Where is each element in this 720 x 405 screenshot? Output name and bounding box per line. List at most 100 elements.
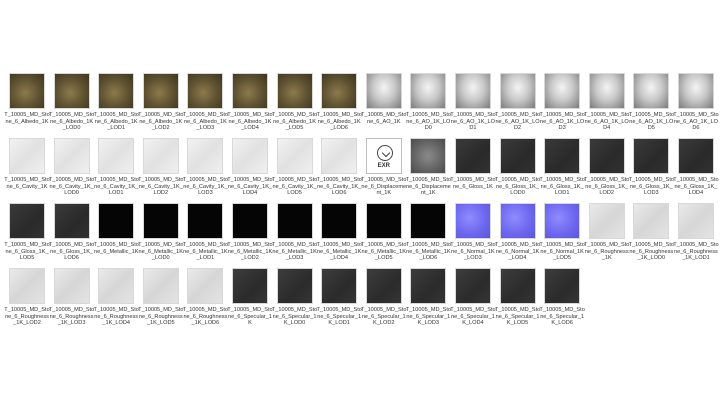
file-item[interactable]: T_10005_MD_Stone_6_AO_1K_LOD0 — [405, 73, 452, 138]
file-item[interactable]: T_10005_MD_Stone_6_Cavity_1K_LOD6 — [316, 138, 362, 203]
file-item[interactable]: T_10005_MD_Stone_6_Specular_1K_LOD1 — [316, 268, 362, 333]
texture-thumbnail — [231, 203, 268, 239]
file-item[interactable]: T_10005_MD_Stone_6_AO_1K — [361, 73, 406, 138]
file-item[interactable]: T_10005_MD_Stone_6_Gloss_1K_LOD3 — [628, 138, 675, 203]
file-item[interactable]: T_10005_MD_Stone_6_Roughness_1K_LOD4 — [93, 268, 139, 333]
file-name-label: T_10005_MD_Stone_6_Normal_1K_LOD5 — [539, 242, 585, 262]
texture-thumbnail — [276, 268, 313, 304]
file-item[interactable]: T_10005_MD_Stone_6_Metallic_1K — [93, 203, 139, 268]
file-name-label: T_10005_MD_Stone_6_Gloss_1K_LOD2 — [584, 177, 630, 197]
file-name-label: T_10005_MD_Stone_6_Gloss_1K_LOD3 — [628, 177, 675, 197]
file-item[interactable]: T_10005_MD_Stone_6_Gloss_1K_LOD2 — [584, 138, 630, 203]
texture-thumbnail — [53, 203, 90, 239]
texture-thumbnail — [365, 268, 402, 304]
file-item[interactable]: T_10005_MD_Stone_6_Albedo_1K_LOD4 — [227, 73, 273, 138]
file-item[interactable]: T_10005_MD_Stone_6_Roughness_1K_LOD2 — [4, 268, 50, 333]
file-item[interactable]: T_10005_MD_Stone_6_AO_1K_LOD2 — [495, 73, 540, 138]
file-item[interactable]: T_10005_MD_Stone_6_Metallic_1K_LOD2 — [227, 203, 273, 268]
texture-thumbnail — [98, 268, 135, 304]
file-name-label: T_10005_MD_Stone_6_Albedo_1K — [4, 112, 50, 125]
file-item[interactable]: T_10005_MD_Stone_6_Specular_1K_LOD5 — [494, 268, 541, 333]
file-item[interactable]: T_10005_MD_Stone_6_Gloss_1K_LOD6 — [48, 203, 95, 268]
texture-thumbnail — [276, 203, 313, 239]
file-item[interactable]: T_10005_MD_Stone_6_Displacement_1K — [405, 138, 452, 203]
file-item[interactable]: T_10005_MD_Stone_6_Gloss_1K_LOD0 — [494, 138, 541, 203]
file-item[interactable]: T_10005_MD_Stone_6_Gloss_1K_LOD5 — [4, 203, 50, 268]
file-item[interactable]: T_10005_MD_Stone_6_Normal_1K_LOD4 — [495, 203, 540, 268]
texture-thumbnail — [142, 138, 179, 174]
file-item[interactable]: T_10005_MD_Stone_6_Roughness_1K_LOD5 — [138, 268, 184, 333]
file-item[interactable]: T_10005_MD_Stone_6_AO_1K_LOD3 — [539, 73, 585, 138]
file-name-label: T_10005_MD_Stone_6_Roughness_1K_LOD3 — [48, 307, 95, 327]
file-item[interactable]: T_10005_MD_Stone_6_Metallic_1K_LOD6 — [406, 203, 451, 268]
file-item[interactable]: T_10005_MD_Stone_6_Metallic_1K_LOD0 — [138, 203, 183, 268]
file-name-label: T_10005_MD_Stone_6_AO_1K_LOD0 — [405, 112, 452, 132]
texture-thumbnail — [53, 268, 90, 304]
file-item[interactable]: T_10005_MD_Stone_6_AO_1K_LOD6 — [673, 73, 719, 138]
texture-thumbnail — [9, 203, 45, 239]
file-name-label: T_10005_MD_Stone_6_Displacement_1K — [405, 177, 452, 197]
file-item[interactable]: T_10005_MD_Stone_6_Normal_1K_LOD5 — [539, 203, 585, 268]
file-item[interactable]: T_10005_MD_Stone_6_Gloss_1K — [450, 138, 496, 203]
file-item[interactable]: T_10005_MD_Stone_6_Metallic_1K_LOD1 — [183, 203, 228, 268]
file-item[interactable]: T_10005_MD_Stone_6_Gloss_1K_LOD1 — [539, 138, 585, 203]
texture-thumbnail — [98, 203, 135, 239]
texture-thumbnail — [633, 203, 670, 239]
texture-thumbnail — [276, 138, 313, 174]
file-item[interactable]: T_10005_MD_Stone_6_Specular_1K_LOD3 — [405, 268, 452, 333]
texture-thumbnail — [499, 203, 536, 239]
file-item[interactable]: T_10005_MD_Stone_6_Albedo_1K_LOD3 — [183, 73, 228, 138]
file-name-label: T_10005_MD_Stone_6_Gloss_1K_LOD0 — [494, 177, 541, 197]
texture-thumbnail — [53, 138, 90, 174]
file-name-label: T_10005_MD_Stone_6_Albedo_1K_LOD6 — [316, 112, 362, 132]
file-item[interactable]: T_10005_MD_Stone_6_Specular_1K_LOD0 — [272, 268, 317, 333]
file-item[interactable]: T_10005_MD_Stone_6_Specular_1K_LOD2 — [361, 268, 406, 333]
file-item[interactable]: T_10005_MD_Stone_6_Cavity_1K_LOD2 — [138, 138, 183, 203]
file-item[interactable]: T_10005_MD_Stone_6_Roughness_1K_LOD0 — [629, 203, 674, 268]
texture-thumbnail — [677, 203, 714, 239]
file-item[interactable]: T_10005_MD_Stone_6_Cavity_1K_LOD0 — [49, 138, 94, 203]
texture-thumbnail — [410, 73, 447, 109]
file-item[interactable]: T_10005_MD_Stone_6_AO_1K_LOD1 — [450, 73, 496, 138]
file-item[interactable]: T_10005_MD_Stone_6_Roughness_1K — [584, 203, 630, 268]
file-item[interactable]: T_10005_MD_Stone_6_Cavity_1K_LOD4 — [227, 138, 273, 203]
texture-thumbnail — [544, 268, 581, 304]
file-item[interactable]: T_10005_MD_Stone_6_Cavity_1K_LOD5 — [272, 138, 317, 203]
file-item[interactable]: T_10005_MD_Stone_6_Albedo_1K — [4, 73, 50, 138]
file-name-label: T_10005_MD_Stone_6_Roughness_1K_LOD5 — [138, 307, 184, 327]
file-item[interactable]: EXR T_10005_MD_Stone_6_Displacement_1K — [361, 138, 406, 203]
file-item[interactable]: T_10005_MD_Stone_6_Albedo_1K_LOD2 — [138, 73, 183, 138]
file-item[interactable]: T_10005_MD_Stone_6_Roughness_1K_LOD3 — [48, 268, 95, 333]
texture-thumbnail — [187, 73, 224, 109]
file-name-label: T_10005_MD_Stone_6_Cavity_1K_LOD1 — [93, 177, 139, 197]
file-item[interactable]: T_10005_MD_Stone_6_Specular_1K — [227, 268, 273, 333]
file-item[interactable]: T_10005_MD_Stone_6_Gloss_1K_LOD4 — [673, 138, 719, 203]
file-item[interactable]: T_10005_MD_Stone_6_Albedo_1K_LOD0 — [48, 73, 95, 138]
file-item[interactable]: T_10005_MD_Stone_6_Albedo_1K_LOD6 — [316, 73, 362, 138]
file-item[interactable]: T_10005_MD_Stone_6_Cavity_1K_LOD3 — [183, 138, 228, 203]
texture-thumbnail — [454, 268, 491, 304]
file-name-label: T_10005_MD_Stone_6_Gloss_1K_LOD6 — [48, 242, 95, 262]
file-item[interactable]: T_10005_MD_Stone_6_AO_1K_LOD5 — [629, 73, 674, 138]
file-item[interactable]: T_10005_MD_Stone_6_Specular_1K_LOD4 — [450, 268, 496, 333]
file-item[interactable]: T_10005_MD_Stone_6_Normal_1K_LOD3 — [450, 203, 496, 268]
file-item[interactable]: T_10005_MD_Stone_6_Albedo_1K_LOD5 — [272, 73, 317, 138]
file-name-label: T_10005_MD_Stone_6_Roughness_1K — [584, 242, 630, 262]
texture-thumbnail — [276, 73, 313, 109]
file-item[interactable]: T_10005_MD_Stone_6_Metallic_1K_LOD4 — [316, 203, 362, 268]
file-name-label: T_10005_MD_Stone_6_Specular_1K_LOD3 — [405, 307, 452, 327]
texture-thumbnail — [9, 73, 45, 109]
file-item[interactable]: T_10005_MD_Stone_6_Specular_1K_LOD6 — [539, 268, 585, 333]
file-item[interactable]: T_10005_MD_Stone_6_Metallic_1K_LOD3 — [272, 203, 317, 268]
file-item[interactable]: T_10005_MD_Stone_6_Albedo_1K_LOD1 — [93, 73, 139, 138]
file-item[interactable]: T_10005_MD_Stone_6_Metallic_1K_LOD5 — [361, 203, 406, 268]
file-item[interactable]: T_10005_MD_Stone_6_Cavity_1K — [4, 138, 50, 203]
file-item[interactable]: T_10005_MD_Stone_6_AO_1K_LOD4 — [584, 73, 629, 138]
file-item[interactable]: T_10005_MD_Stone_6_Roughness_1K_LOD6 — [183, 268, 228, 333]
file-name-label: T_10005_MD_Stone_6_Metallic_1K — [93, 242, 139, 255]
file-item[interactable]: T_10005_MD_Stone_6_Roughness_1K_LOD1 — [673, 203, 719, 268]
file-name-label: T_10005_MD_Stone_6_Albedo_1K_LOD0 — [48, 112, 95, 132]
file-item[interactable]: T_10005_MD_Stone_6_Cavity_1K_LOD1 — [93, 138, 139, 203]
file-name-label: T_10005_MD_Stone_6_Specular_1K_LOD5 — [494, 307, 541, 327]
texture-thumbnail — [98, 138, 135, 174]
